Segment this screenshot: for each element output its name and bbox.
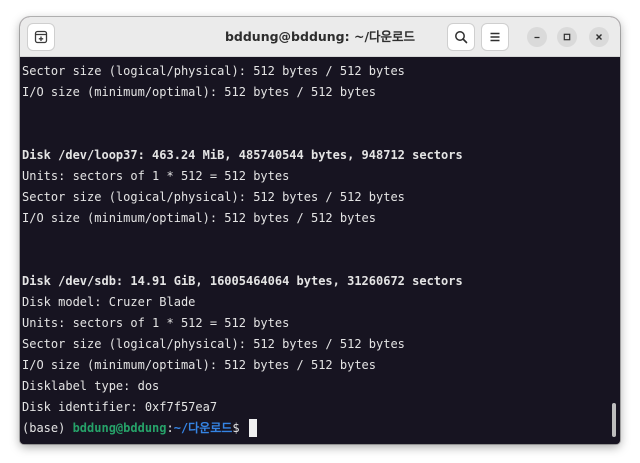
terminal-line: Sector size (logical/physical): 512 byte… [22, 337, 405, 351]
terminal-line: I/O size (minimum/optimal): 512 bytes / … [22, 85, 377, 99]
prompt-symbol: $ [232, 421, 247, 435]
scrollbar-thumb[interactable] [612, 403, 616, 437]
text-cursor [248, 419, 257, 437]
terminal-line: Sector size (logical/physical): 512 byte… [22, 64, 405, 78]
terminal-line: Disklabel type: dos [22, 379, 160, 393]
hamburger-menu-icon [490, 32, 500, 42]
prompt-line[interactable]: (base) bddung@bddung:~/다운로드$ [22, 419, 257, 437]
prompt-user-host: bddung@bddung [72, 421, 167, 435]
maximize-button[interactable] [557, 27, 577, 47]
title-bar[interactable]: bddung@bddung: ~/다운로드 [20, 17, 620, 57]
terminal-line: Disk /dev/sdb: 14.91 GiB, 16005464064 by… [22, 274, 463, 288]
prompt-separator: : [166, 421, 174, 435]
terminal-line: Disk model: Cruzer Blade [22, 295, 196, 309]
new-tab-button[interactable] [27, 23, 55, 51]
terminal-line: Disk identifier: 0xf7f57ea7 [22, 400, 218, 414]
terminal-line: I/O size (minimum/optimal): 512 bytes / … [22, 358, 377, 372]
terminal-line: Units: sectors of 1 * 512 = 512 bytes [22, 169, 290, 183]
search-icon [455, 31, 468, 44]
terminal-line: I/O size (minimum/optimal): 512 bytes / … [22, 211, 377, 225]
prompt-path: ~/다운로드 [173, 421, 233, 435]
terminal-line: Sector size (logical/physical): 512 byte… [22, 190, 405, 204]
terminal-line: Units: sectors of 1 * 512 = 512 bytes [22, 316, 290, 330]
minimize-icon [534, 36, 540, 39]
maximize-icon [563, 33, 571, 41]
close-button[interactable] [589, 27, 609, 47]
terminal-window: bddung@bddung: ~/다운로드 Sector size (logic… [20, 17, 620, 444]
close-icon [596, 34, 602, 40]
window-title: bddung@bddung: ~/다운로드 [224, 29, 416, 44]
menu-button[interactable] [481, 23, 509, 51]
prompt-env: (base) [22, 421, 73, 435]
search-button[interactable] [447, 23, 475, 51]
new-tab-icon [34, 30, 48, 44]
terminal-line: Disk /dev/loop37: 463.24 MiB, 485740544 … [22, 148, 463, 162]
terminal-output[interactable]: Sector size (logical/physical): 512 byte… [20, 57, 620, 444]
minimize-button[interactable] [527, 27, 547, 47]
